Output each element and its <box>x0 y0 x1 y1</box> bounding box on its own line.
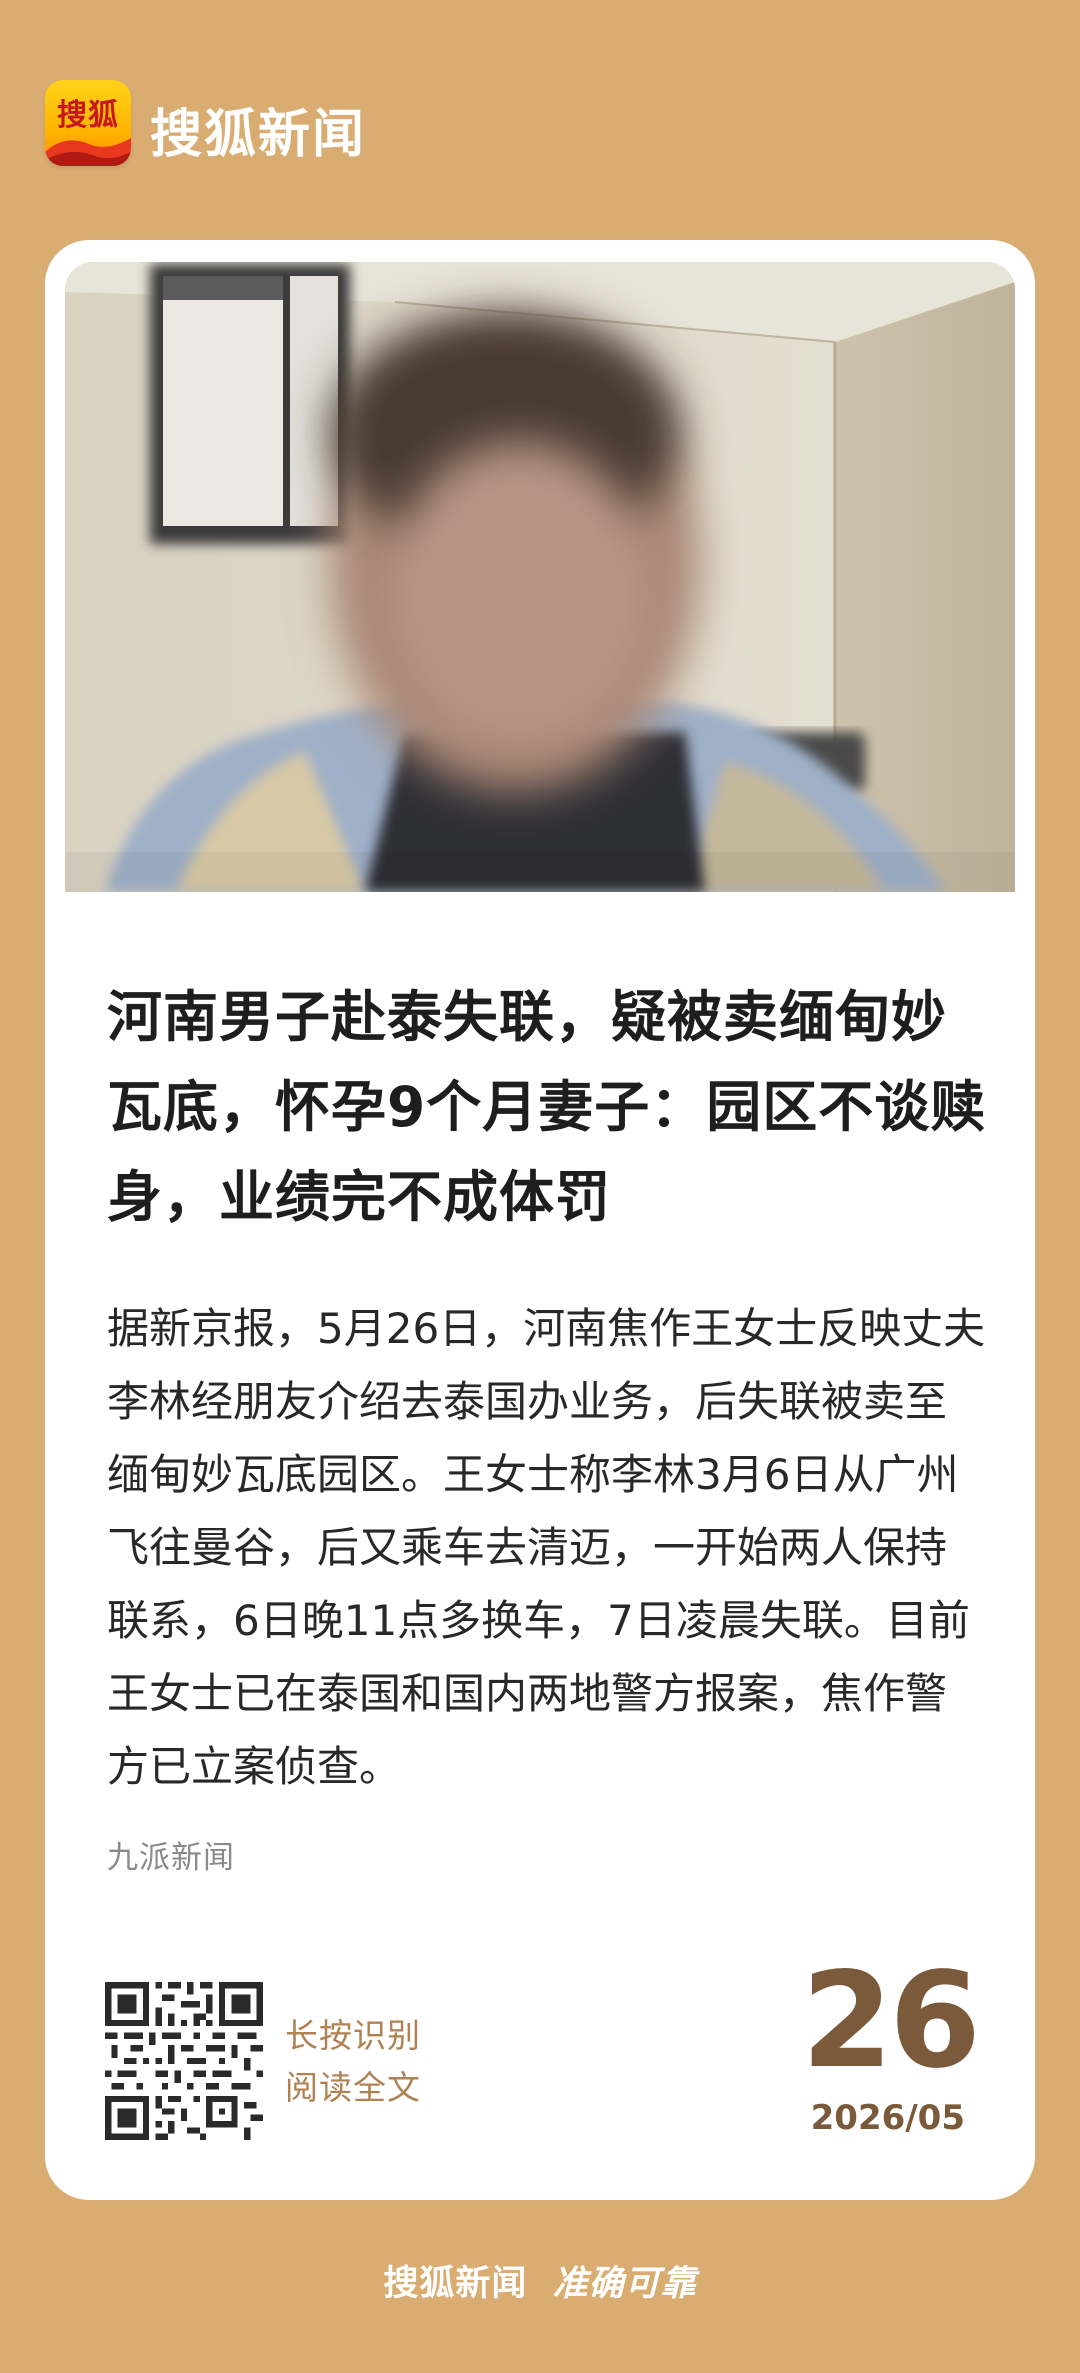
logo-swoosh <box>45 138 131 166</box>
slogan-brand: 搜狐新闻 <box>383 2264 528 2304</box>
slogan-tagline: 准确可靠 <box>552 2264 697 2304</box>
news-card[interactable]: 河南男子赴泰失联，疑被卖缅甸妙瓦底，怀孕9个月妻子：园区不谈赎身，业绩完不成体罚… <box>45 240 1035 2200</box>
qr-caption-line1: 长按识别 <box>285 2016 421 2055</box>
brand-name: 搜狐新闻 <box>150 105 367 165</box>
article-source: 九派新闻 <box>107 1840 235 1876</box>
article-body: 据新京报，5月26日，河南焦作王女士反映丈夫李林经朋友介绍去泰国办业务，后失联被… <box>107 1304 986 1791</box>
footer-slogan: 搜狐新闻 准确可靠 <box>0 2255 1080 2306</box>
article-headline[interactable]: 河南男子赴泰失联，疑被卖缅甸妙瓦底，怀孕9个月妻子：园区不谈赎身，业绩完不成体罚 <box>107 972 987 1242</box>
date-day: 26 <box>801 1944 981 2098</box>
article-photo <box>65 262 1015 892</box>
qr-caption-line2: 阅读全文 <box>285 2068 421 2107</box>
qr-code-icon[interactable] <box>105 1982 263 2140</box>
qr-caption: 长按识别 阅读全文 <box>285 2010 421 2114</box>
sohu-logo-icon: 搜狐 <box>45 80 131 166</box>
date-year-month: 2026/05 <box>810 2098 965 2138</box>
logo-text: 搜狐 <box>57 98 119 133</box>
